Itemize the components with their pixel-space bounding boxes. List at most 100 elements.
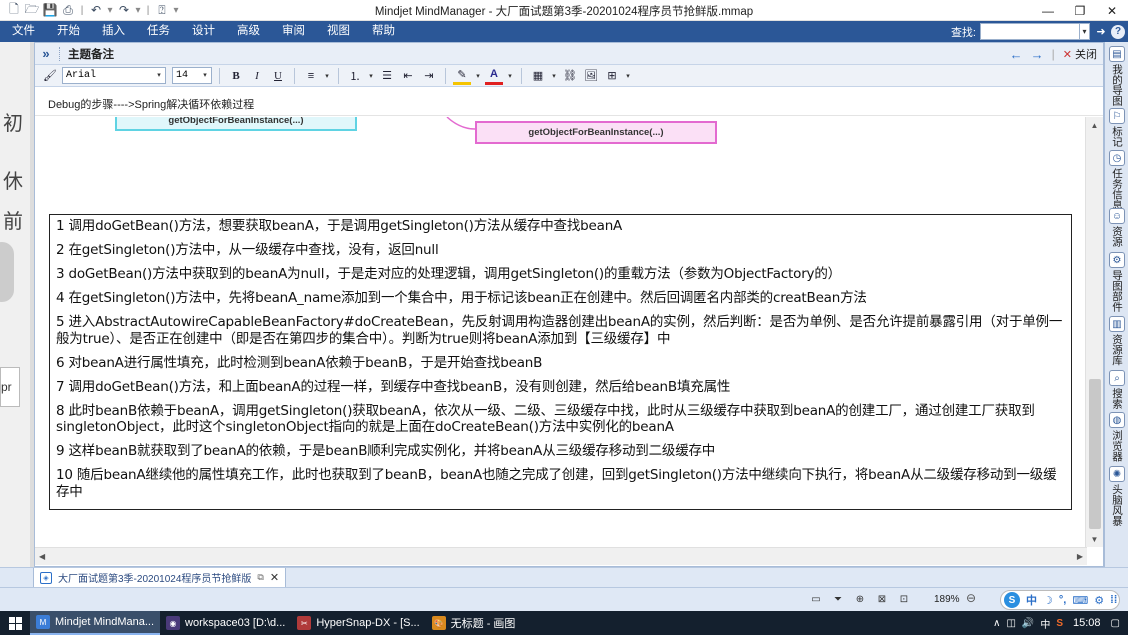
minimize-button[interactable]: — xyxy=(1032,0,1064,21)
fit-page-icon[interactable]: ⊡ xyxy=(896,592,912,606)
increase-indent-icon[interactable]: ⇥ xyxy=(420,67,438,85)
numbered-list-icon[interactable]: ⒈ xyxy=(346,67,364,85)
menu-view[interactable]: 视图 xyxy=(316,21,361,42)
menu-advanced[interactable]: 高级 xyxy=(226,21,271,42)
next-topic-icon[interactable]: → xyxy=(1031,47,1044,62)
chevron-down-icon[interactable]: ▾ xyxy=(134,5,142,16)
tray-sogou-icon[interactable]: S xyxy=(1056,618,1063,629)
help-button[interactable]: ? xyxy=(1108,21,1128,42)
scroll-down-icon[interactable]: ▼ xyxy=(1086,531,1103,547)
tray-chevron-up-icon[interactable]: ∧ xyxy=(993,618,1000,629)
ime-toolbar[interactable]: S 中 ☽ °, ⌨ ⚙ ⁞⁞ xyxy=(1000,590,1120,610)
font-name-select[interactable]: Arial ▾ xyxy=(62,67,166,84)
pin-icon[interactable]: ⧉ xyxy=(257,572,263,583)
highlight-color-icon[interactable]: ✎ xyxy=(453,67,471,85)
tab-brainstorm[interactable]: ✺ 头脑风暴 xyxy=(1105,466,1128,526)
taskbar-app-mindmanager[interactable]: M Mindjet MindMana... xyxy=(30,611,161,635)
menu-home[interactable]: 开始 xyxy=(46,21,91,42)
tab-browser[interactable]: ◍ 浏览器 xyxy=(1105,412,1128,462)
new-file-icon[interactable]: 🗋 xyxy=(6,2,22,18)
chevron-down-icon[interactable]: ▾ xyxy=(172,5,180,16)
tray-volume-icon[interactable]: 🔊 xyxy=(1022,618,1034,629)
menu-insert[interactable]: 插入 xyxy=(91,21,136,42)
image-icon[interactable]: 🖼 xyxy=(582,67,600,85)
tab-search[interactable]: ⌕ 搜索 xyxy=(1105,370,1128,409)
scroll-thumb[interactable] xyxy=(1089,379,1101,529)
decrease-indent-icon[interactable]: ⇤ xyxy=(399,67,417,85)
filter-icon[interactable]: ⏷ xyxy=(830,592,846,606)
format-painter-icon[interactable]: 🖌 xyxy=(41,67,59,85)
insert-object-icon[interactable]: ⊞ xyxy=(603,67,621,85)
scroll-left-icon[interactable]: ◀ xyxy=(39,552,45,561)
zoom-out-icon[interactable]: ⊖ xyxy=(966,591,976,605)
chevron-down-icon[interactable]: ▾ xyxy=(323,72,331,80)
chevron-down-icon[interactable]: ▾ xyxy=(550,72,558,80)
tray-network-icon[interactable]: ◫ xyxy=(1006,618,1015,629)
chevron-down-icon[interactable]: ▾ xyxy=(367,72,375,80)
keyboard-icon[interactable]: ⌨ xyxy=(1072,594,1088,607)
fit-map-icon[interactable]: ⊠ xyxy=(874,592,890,606)
punctuation-icon[interactable]: °, xyxy=(1059,594,1066,606)
redo-icon[interactable]: ↷ xyxy=(116,2,132,18)
tab-resources[interactable]: ☺ 资源 xyxy=(1105,208,1128,247)
restore-button[interactable]: ❐ xyxy=(1064,0,1096,21)
underline-button[interactable]: U xyxy=(269,67,287,85)
tab-my-maps[interactable]: ▤ 我的导图 xyxy=(1105,46,1128,106)
notes-content-area[interactable]: getObjectForBeanInstance(...) getObjectF… xyxy=(35,117,1083,547)
tab-markers[interactable]: ⚐ 标记 xyxy=(1105,108,1128,147)
bullet-list-icon[interactable]: ☰ xyxy=(378,67,396,85)
moon-icon[interactable]: ☽ xyxy=(1043,594,1053,607)
notes-text-box[interactable]: 1 调用doGetBean()方法，想要获取beanA，于是调用getSingl… xyxy=(49,214,1072,510)
status-window-icon[interactable]: ▭ xyxy=(808,592,824,606)
tab-library[interactable]: ▥ 资源库 xyxy=(1105,316,1128,366)
search-input[interactable] xyxy=(980,23,1080,40)
close-tab-icon[interactable]: ✕ xyxy=(270,571,279,584)
menu-design[interactable]: 设计 xyxy=(181,21,226,42)
collapse-panel-icon[interactable]: » xyxy=(35,46,57,61)
chevron-down-icon[interactable]: ▾ xyxy=(624,72,632,80)
document-tab[interactable]: ◈ 大厂面试题第3季-20201024程序员节抢鲜版 ⧉ ✕ xyxy=(33,568,287,588)
canvas-topic[interactable]: pr xyxy=(0,367,20,407)
font-size-select[interactable]: 14 ▾ xyxy=(172,67,212,84)
scroll-up-icon[interactable]: ▲ xyxy=(1086,117,1103,133)
font-color-icon[interactable]: A xyxy=(485,67,503,85)
italic-button[interactable]: I xyxy=(248,67,266,85)
start-button[interactable] xyxy=(0,611,30,635)
scroll-right-icon[interactable]: ▶ xyxy=(1077,552,1083,561)
panel-grip[interactable] xyxy=(59,46,62,61)
tray-ime-mode[interactable]: 中 xyxy=(1040,616,1050,631)
tab-task-info[interactable]: ◷ 任务信息 xyxy=(1105,150,1128,210)
settings-icon[interactable]: ⚙ xyxy=(1094,594,1104,607)
notification-icon[interactable]: ▢ xyxy=(1111,618,1120,629)
table-icon[interactable]: ▦ xyxy=(529,67,547,85)
taskbar-app-paint[interactable]: 🎨 无标题 - 画图 xyxy=(426,611,522,635)
notes-horizontal-scrollbar[interactable]: ◀ ▶ xyxy=(35,547,1087,565)
taskbar-app-eclipse[interactable]: ◉ workspace03 [D:\d... xyxy=(160,611,291,635)
notes-vertical-scrollbar[interactable]: ▲ ▼ xyxy=(1085,117,1103,547)
help-icon[interactable]: ⍰ xyxy=(154,2,170,18)
save-icon[interactable]: 💾 xyxy=(42,2,58,18)
close-notes-button[interactable]: ✕ 关闭 xyxy=(1063,46,1097,62)
chevron-down-icon[interactable]: ▾ xyxy=(506,72,514,80)
tab-map-parts[interactable]: ⚙ 导图部件 xyxy=(1105,252,1128,312)
align-icon[interactable]: ≡ xyxy=(302,67,320,85)
menu-review[interactable]: 审阅 xyxy=(271,21,316,42)
print-icon[interactable]: ⎙ xyxy=(60,2,76,18)
menu-task[interactable]: 任务 xyxy=(136,21,181,42)
clock[interactable]: 15:08 xyxy=(1073,617,1101,629)
previous-topic-icon[interactable]: ← xyxy=(1010,47,1023,62)
open-folder-icon[interactable]: 🗁 xyxy=(24,2,40,18)
taskbar-app-hypersnap[interactable]: ✂ HyperSnap-DX - [S... xyxy=(291,611,425,635)
detail-icon[interactable]: ⊕ xyxy=(852,592,868,606)
chevron-down-icon[interactable]: ▾ xyxy=(106,5,114,16)
bold-button[interactable]: B xyxy=(227,67,245,85)
grid-icon[interactable]: ⁞⁞ xyxy=(1110,594,1117,606)
map-topic-node[interactable]: getObjectForBeanInstance(...) xyxy=(475,121,717,144)
search-dropdown-icon[interactable]: ▾ xyxy=(1080,23,1090,40)
search-go-icon[interactable]: ➜ xyxy=(1094,21,1108,42)
menu-file[interactable]: 文件 xyxy=(0,21,46,42)
chevron-down-icon[interactable]: ▾ xyxy=(474,72,482,80)
close-button[interactable]: ✕ xyxy=(1096,0,1128,21)
undo-icon[interactable]: ↶ xyxy=(88,2,104,18)
hyperlink-icon[interactable]: ⛓ xyxy=(561,67,579,85)
